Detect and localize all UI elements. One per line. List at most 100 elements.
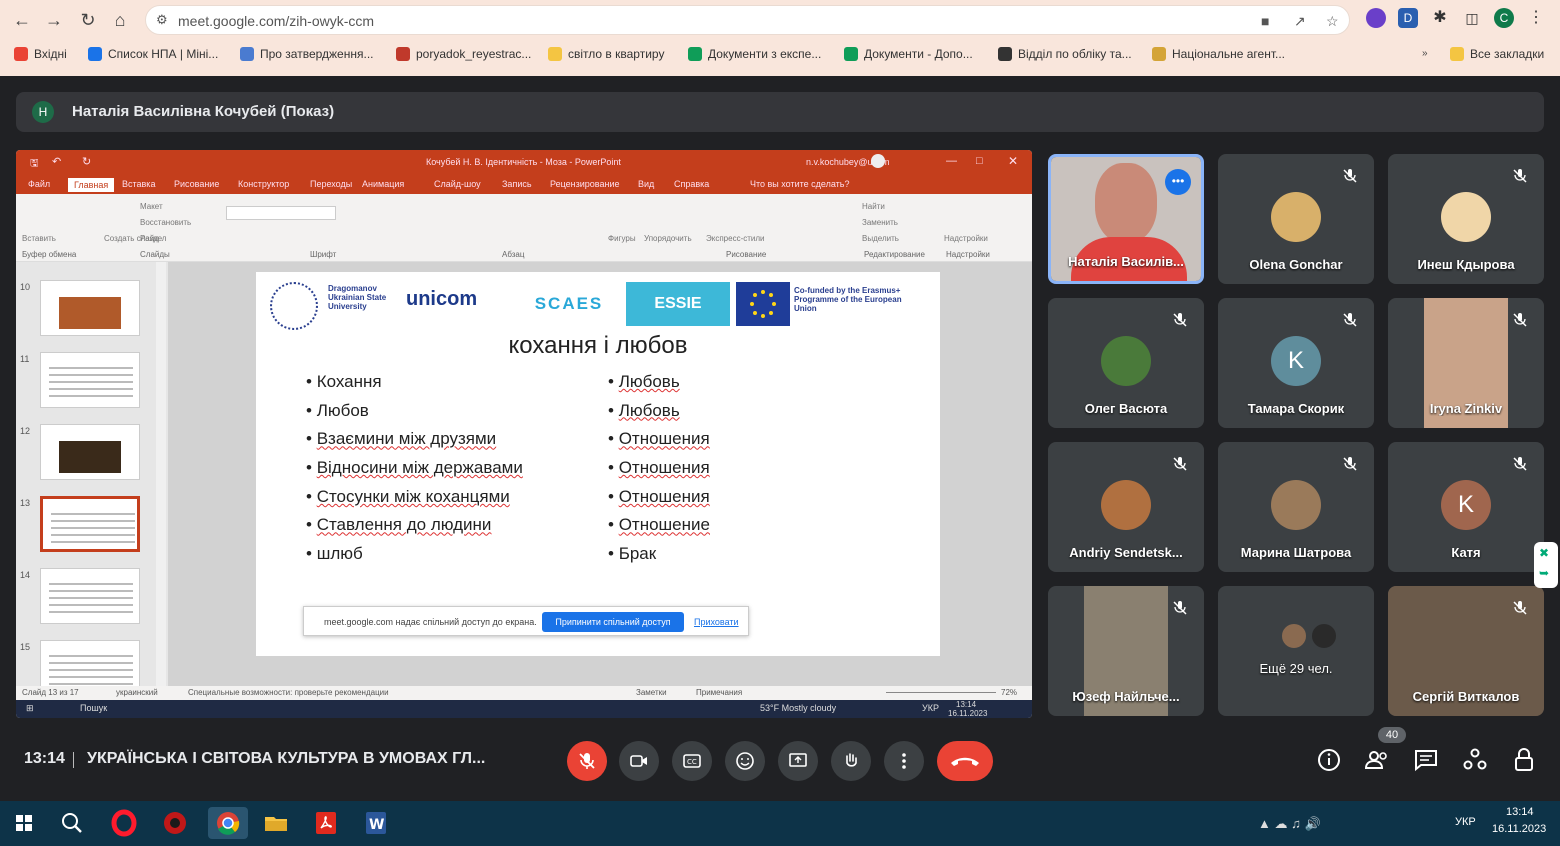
- participant-tile[interactable]: Инеш Кдырова: [1388, 154, 1544, 284]
- slide-thumbnail[interactable]: [40, 424, 140, 480]
- participant-tile[interactable]: Iryna Zinkiv: [1388, 298, 1544, 428]
- app-icon[interactable]: [159, 807, 191, 839]
- side-panel-icon[interactable]: ◫: [1462, 8, 1482, 28]
- participant-tile[interactable]: Юзеф Найльче...: [1048, 586, 1204, 716]
- expand-icon[interactable]: ➥: [1539, 566, 1549, 580]
- ribbon-button[interactable]: Макет: [140, 202, 163, 211]
- bookmark-item[interactable]: poryadok_reyestrac...: [396, 47, 531, 61]
- ribbon-button[interactable]: Экспресс-стили: [706, 234, 765, 243]
- ribbon-button[interactable]: Надстройки: [944, 234, 988, 243]
- reload-icon[interactable]: ↻: [76, 8, 100, 32]
- tray-icons[interactable]: ▲ ☁ ♫ 🔊: [1258, 816, 1321, 832]
- ribbon-tab[interactable]: Справка: [674, 179, 709, 189]
- address-bar[interactable]: ⚙ meet.google.com/zih-owyk-ccm ■ ↗ ☆: [145, 5, 1350, 35]
- font-name-field[interactable]: [226, 206, 336, 220]
- participant-tile[interactable]: K Тамара Скорик: [1218, 298, 1374, 428]
- ribbon-button[interactable]: Заменить: [862, 218, 898, 227]
- participant-tile[interactable]: ••• Наталія Василів...: [1048, 154, 1204, 284]
- ribbon-button[interactable]: Упорядочить: [644, 234, 692, 243]
- extension-icon[interactable]: [1366, 8, 1386, 28]
- participant-tile[interactable]: Сергій Виткалов: [1388, 586, 1544, 716]
- activities-button[interactable]: [1461, 746, 1489, 774]
- camera-icon[interactable]: ■: [1261, 13, 1269, 29]
- extension-icon[interactable]: D: [1398, 8, 1418, 28]
- extensions-puzzle-icon[interactable]: ✱: [1430, 8, 1450, 28]
- bookmark-item[interactable]: Вхідні: [14, 47, 67, 61]
- forward-icon[interactable]: →: [42, 8, 66, 32]
- ribbon-tab[interactable]: Переходы: [310, 179, 352, 189]
- ribbon-tab[interactable]: Файл: [28, 179, 50, 189]
- bookmark-star-icon[interactable]: ☆: [1326, 13, 1339, 30]
- menu-icon[interactable]: ⋮: [1526, 8, 1546, 28]
- zoom-slider[interactable]: [886, 692, 996, 693]
- ribbon-tab[interactable]: Главная: [68, 178, 115, 192]
- side-widget[interactable]: ✖ ➥: [1534, 542, 1558, 588]
- ribbon-button[interactable]: Раздел: [140, 234, 166, 243]
- leave-call-button[interactable]: [937, 741, 993, 781]
- slide-thumbnail[interactable]: [40, 568, 140, 624]
- camera-button[interactable]: [619, 741, 659, 781]
- chrome-icon[interactable]: [208, 807, 248, 839]
- ribbon-button[interactable]: Фигуры: [608, 234, 636, 243]
- ribbon-tab[interactable]: Слайд-шоу: [434, 179, 481, 189]
- more-bookmarks-icon[interactable]: »: [1422, 48, 1428, 59]
- slide-thumbnail[interactable]: [40, 352, 140, 408]
- save-icon[interactable]: 🖫: [30, 156, 39, 173]
- slide-thumbnail[interactable]: [40, 496, 140, 552]
- ribbon-button[interactable]: Восстановить: [140, 218, 191, 227]
- redo-icon[interactable]: ↻: [82, 155, 91, 168]
- bookmark-item[interactable]: Про затвердження...: [240, 47, 373, 61]
- profile-avatar[interactable]: C: [1494, 8, 1514, 28]
- host-controls-button[interactable]: [1510, 746, 1538, 774]
- ribbon-tab[interactable]: Конструктор: [238, 179, 289, 189]
- undo-icon[interactable]: ↶: [52, 155, 61, 168]
- people-button[interactable]: [1363, 746, 1391, 774]
- all-bookmarks[interactable]: Все закладки: [1450, 47, 1544, 61]
- raise-hand-button[interactable]: [831, 741, 871, 781]
- participant-tile[interactable]: K Катя: [1388, 442, 1544, 572]
- meeting-info-button[interactable]: [1315, 746, 1343, 774]
- ribbon-button[interactable]: Найти: [862, 202, 885, 211]
- close-icon[interactable]: ✖: [1539, 546, 1549, 560]
- ribbon-tab[interactable]: Вид: [638, 179, 654, 189]
- reactions-button[interactable]: [725, 741, 765, 781]
- file-explorer-icon[interactable]: [260, 807, 292, 839]
- stop-sharing-button[interactable]: Припинити спільний доступ: [542, 612, 684, 632]
- windows-start-icon[interactable]: [8, 807, 40, 839]
- participant-tile[interactable]: Олег Васюта: [1048, 298, 1204, 428]
- account-avatar[interactable]: [871, 154, 885, 168]
- minimize-icon[interactable]: —: [946, 155, 957, 167]
- participant-tile[interactable]: Olena Gonchar: [1218, 154, 1374, 284]
- search-icon[interactable]: [56, 807, 88, 839]
- present-button[interactable]: [778, 741, 818, 781]
- slide-thumbnail[interactable]: [40, 280, 140, 336]
- bookmark-item[interactable]: Документи - Допо...: [844, 47, 973, 61]
- bookmark-item[interactable]: Відділ по обліку та...: [998, 47, 1132, 61]
- mic-off-button[interactable]: [567, 741, 607, 781]
- ribbon-tab[interactable]: Запись: [502, 179, 532, 189]
- taskbar-time[interactable]: 13:14: [1506, 806, 1534, 818]
- captions-button[interactable]: CC: [672, 741, 712, 781]
- thumbnail-scrollbar[interactable]: [156, 262, 166, 686]
- bookmark-item[interactable]: Національне агент...: [1152, 47, 1285, 61]
- restore-icon[interactable]: □: [976, 155, 983, 167]
- bookmark-item[interactable]: Список НПА | Міні...: [88, 47, 218, 61]
- notes-button[interactable]: Заметки: [636, 688, 667, 697]
- hide-notice-link[interactable]: Приховати: [694, 617, 739, 627]
- ribbon-tab[interactable]: Рисование: [174, 179, 219, 189]
- ribbon-tab[interactable]: Что вы хотите сделать?: [750, 179, 850, 189]
- chat-button[interactable]: [1412, 746, 1440, 774]
- home-icon[interactable]: ⌂: [108, 8, 132, 32]
- bookmark-item[interactable]: світло в квартиру: [548, 47, 664, 61]
- site-info-icon[interactable]: ⚙: [156, 12, 168, 28]
- ribbon-tab[interactable]: Анимация: [362, 179, 404, 189]
- participant-tile[interactable]: Марина Шатрова: [1218, 442, 1374, 572]
- opera-icon[interactable]: [108, 807, 140, 839]
- share-icon[interactable]: ↗: [1294, 13, 1306, 30]
- taskbar-language[interactable]: УКР: [1455, 816, 1476, 828]
- participant-tile[interactable]: Ещё 29 чел.: [1218, 586, 1374, 716]
- ribbon-tab[interactable]: Рецензирование: [550, 179, 620, 189]
- bookmark-item[interactable]: Документи з експе...: [688, 47, 821, 61]
- back-icon[interactable]: ←: [10, 8, 34, 32]
- ribbon-tab[interactable]: Вставка: [122, 179, 155, 189]
